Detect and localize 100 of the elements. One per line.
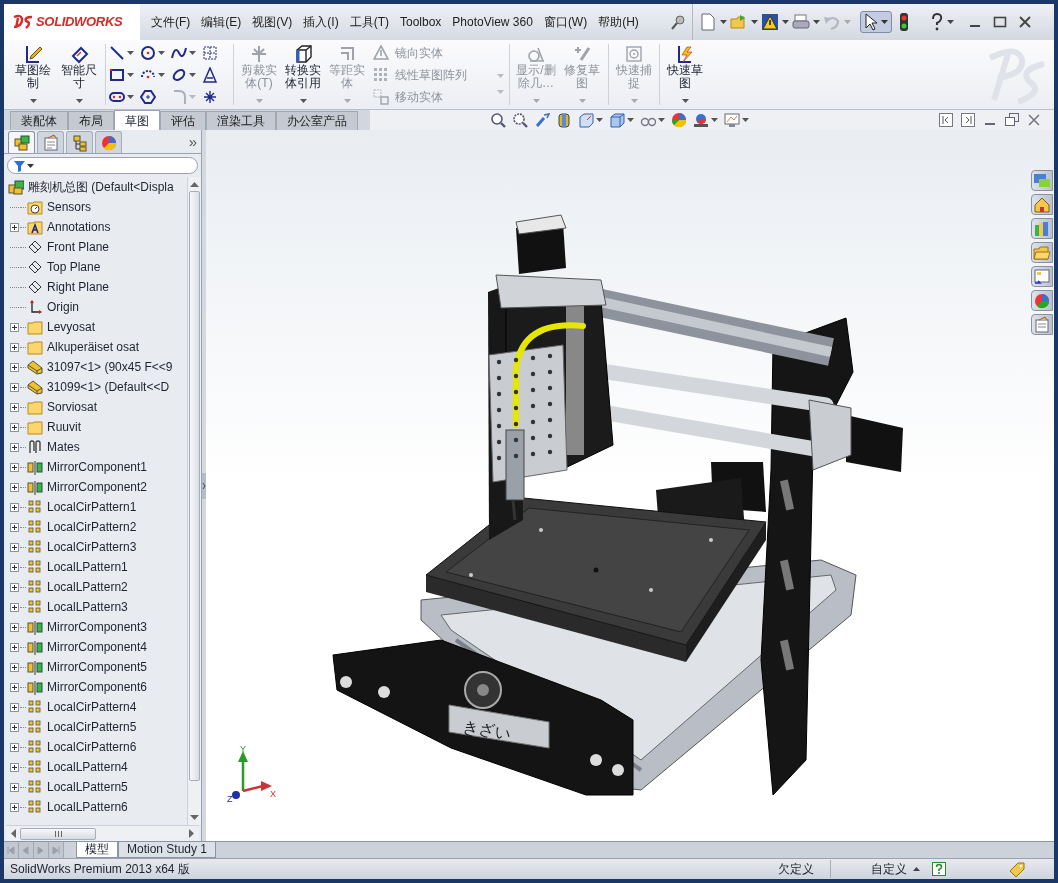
menu-item[interactable]: 窗口(W) xyxy=(538,10,593,34)
tree-item[interactable]: Top Plane xyxy=(27,258,101,276)
task-pane-tab[interactable] xyxy=(1031,266,1053,287)
tree-item[interactable]: Levyosat xyxy=(27,318,96,336)
expand-toggle-icon[interactable] xyxy=(10,682,19,692)
scroll-right-icon[interactable] xyxy=(189,829,195,838)
menu-item[interactable]: 视图(V) xyxy=(247,10,298,34)
section-view-icon[interactable] xyxy=(556,112,572,128)
tree-item[interactable]: MirrorComponent5 xyxy=(27,658,148,676)
expand-toggle-icon[interactable] xyxy=(10,322,19,332)
ribbon-button[interactable]: 快速草图 xyxy=(663,40,707,106)
panel-tab[interactable] xyxy=(8,131,35,153)
expand-toggle-icon[interactable] xyxy=(10,742,19,752)
caret-icon[interactable] xyxy=(127,94,134,99)
menu-item[interactable]: 编辑(E) xyxy=(196,10,247,34)
appearance-icon[interactable] xyxy=(671,112,687,128)
expand-toggle-icon[interactable] xyxy=(10,362,19,372)
ribbon-tab[interactable]: 渲染工具 xyxy=(206,111,276,130)
expand-toggle-icon[interactable] xyxy=(10,642,19,652)
traffic-light-icon[interactable] xyxy=(899,12,909,32)
maximize-icon[interactable] xyxy=(992,14,1008,30)
tile-left-icon[interactable] xyxy=(938,112,954,128)
expand-toggle-icon[interactable] xyxy=(10,502,19,512)
tree-item[interactable]: LocalCirPattern1 xyxy=(27,498,137,516)
caret-icon[interactable] xyxy=(881,20,888,24)
tree-item[interactable]: Front Plane xyxy=(27,238,110,256)
document-close-icon[interactable] xyxy=(1026,112,1042,128)
tile-right-icon[interactable] xyxy=(960,112,976,128)
tag-icon[interactable] xyxy=(1008,861,1026,877)
caret-icon[interactable] xyxy=(596,118,603,122)
ribbon-button[interactable]: 智能尺寸 xyxy=(56,40,102,106)
text-tool-icon[interactable] xyxy=(202,66,218,83)
vertical-scrollbar[interactable] xyxy=(187,177,201,825)
tree-item[interactable]: MirrorComponent3 xyxy=(27,618,148,636)
menu-item[interactable]: 工具(T) xyxy=(344,10,394,34)
caret-icon[interactable] xyxy=(75,99,83,103)
ribbon-button[interactable]: 转换实体引用 xyxy=(281,40,325,106)
menu-item[interactable]: 插入(I) xyxy=(298,10,344,34)
expand-panel-button[interactable]: » xyxy=(188,133,197,151)
expand-toggle-icon[interactable] xyxy=(10,522,19,532)
scene-icon[interactable] xyxy=(693,112,709,128)
caret-icon[interactable] xyxy=(627,118,634,122)
expand-toggle-icon[interactable] xyxy=(10,582,19,592)
caret-icon[interactable] xyxy=(658,118,665,122)
printer-icon[interactable] xyxy=(792,13,810,31)
expand-toggle-icon[interactable] xyxy=(10,722,19,732)
close-icon[interactable] xyxy=(1017,14,1033,30)
tree-item[interactable]: Mates xyxy=(27,438,80,456)
previous-view-icon[interactable] xyxy=(534,112,550,128)
tree-item[interactable]: Annotations xyxy=(27,218,111,236)
horizontal-scrollbar[interactable] xyxy=(6,825,199,841)
line-icon[interactable] xyxy=(109,44,125,61)
caret-icon[interactable] xyxy=(29,99,37,103)
zoom-area-icon[interactable] xyxy=(512,112,528,128)
caret-icon[interactable] xyxy=(158,72,165,77)
select-tool-button[interactable] xyxy=(860,11,892,33)
expand-toggle-icon[interactable] xyxy=(10,562,19,572)
rectangle-icon[interactable] xyxy=(109,66,125,83)
expand-toggle-icon[interactable] xyxy=(10,622,19,632)
expand-toggle-icon[interactable] xyxy=(10,782,19,792)
caret-icon[interactable] xyxy=(27,163,34,168)
help-box-icon[interactable] xyxy=(932,862,946,876)
task-pane-tab[interactable] xyxy=(1031,194,1053,215)
expand-toggle-icon[interactable] xyxy=(10,442,19,452)
tree-item[interactable]: LocalLPattern2 xyxy=(27,578,128,596)
caret-icon[interactable] xyxy=(158,50,165,55)
tree-item[interactable]: MirrorComponent4 xyxy=(27,638,148,656)
tree-item[interactable]: LocalCirPattern6 xyxy=(27,738,137,756)
expand-toggle-icon[interactable] xyxy=(10,342,19,352)
expand-toggle-icon[interactable] xyxy=(10,382,19,392)
task-pane-tab[interactable] xyxy=(1031,242,1053,263)
caret-icon[interactable] xyxy=(742,118,749,122)
help-icon[interactable] xyxy=(930,13,944,31)
task-pane-tab[interactable] xyxy=(1031,314,1053,335)
filter-field[interactable] xyxy=(7,157,198,174)
tree-item[interactable]: LocalLPattern5 xyxy=(27,778,128,796)
ribbon-tab[interactable]: 草图 xyxy=(114,110,160,130)
document-restore-icon[interactable] xyxy=(1004,112,1020,128)
caret-icon[interactable] xyxy=(681,99,689,103)
display-style-icon[interactable] xyxy=(609,112,625,128)
expand-toggle-icon[interactable] xyxy=(10,602,19,612)
point-icon[interactable] xyxy=(202,88,218,105)
caret-icon[interactable] xyxy=(813,20,820,24)
ribbon-tab[interactable]: 装配体 xyxy=(10,111,68,130)
view-settings-icon[interactable] xyxy=(724,112,740,128)
caret-icon[interactable] xyxy=(127,50,134,55)
caret-icon[interactable] xyxy=(751,20,758,24)
scroll-left-icon[interactable] xyxy=(10,829,16,838)
task-pane-tab[interactable] xyxy=(1031,290,1053,311)
caret-icon[interactable] xyxy=(189,72,196,77)
ellipse-icon[interactable] xyxy=(171,66,187,83)
expand-toggle-icon[interactable] xyxy=(10,462,19,472)
units-selector[interactable]: 自定义 xyxy=(871,860,920,878)
panel-tab[interactable] xyxy=(66,131,93,153)
tree-item[interactable]: LocalLPattern4 xyxy=(27,758,128,776)
tree-item[interactable]: LocalLPattern6 xyxy=(27,798,128,816)
tree-item[interactable]: Sorviosat xyxy=(27,398,98,416)
expand-toggle-icon[interactable] xyxy=(10,702,19,712)
ribbon-button[interactable]: 草图绘制 xyxy=(10,40,56,106)
expand-toggle-icon[interactable] xyxy=(10,662,19,672)
